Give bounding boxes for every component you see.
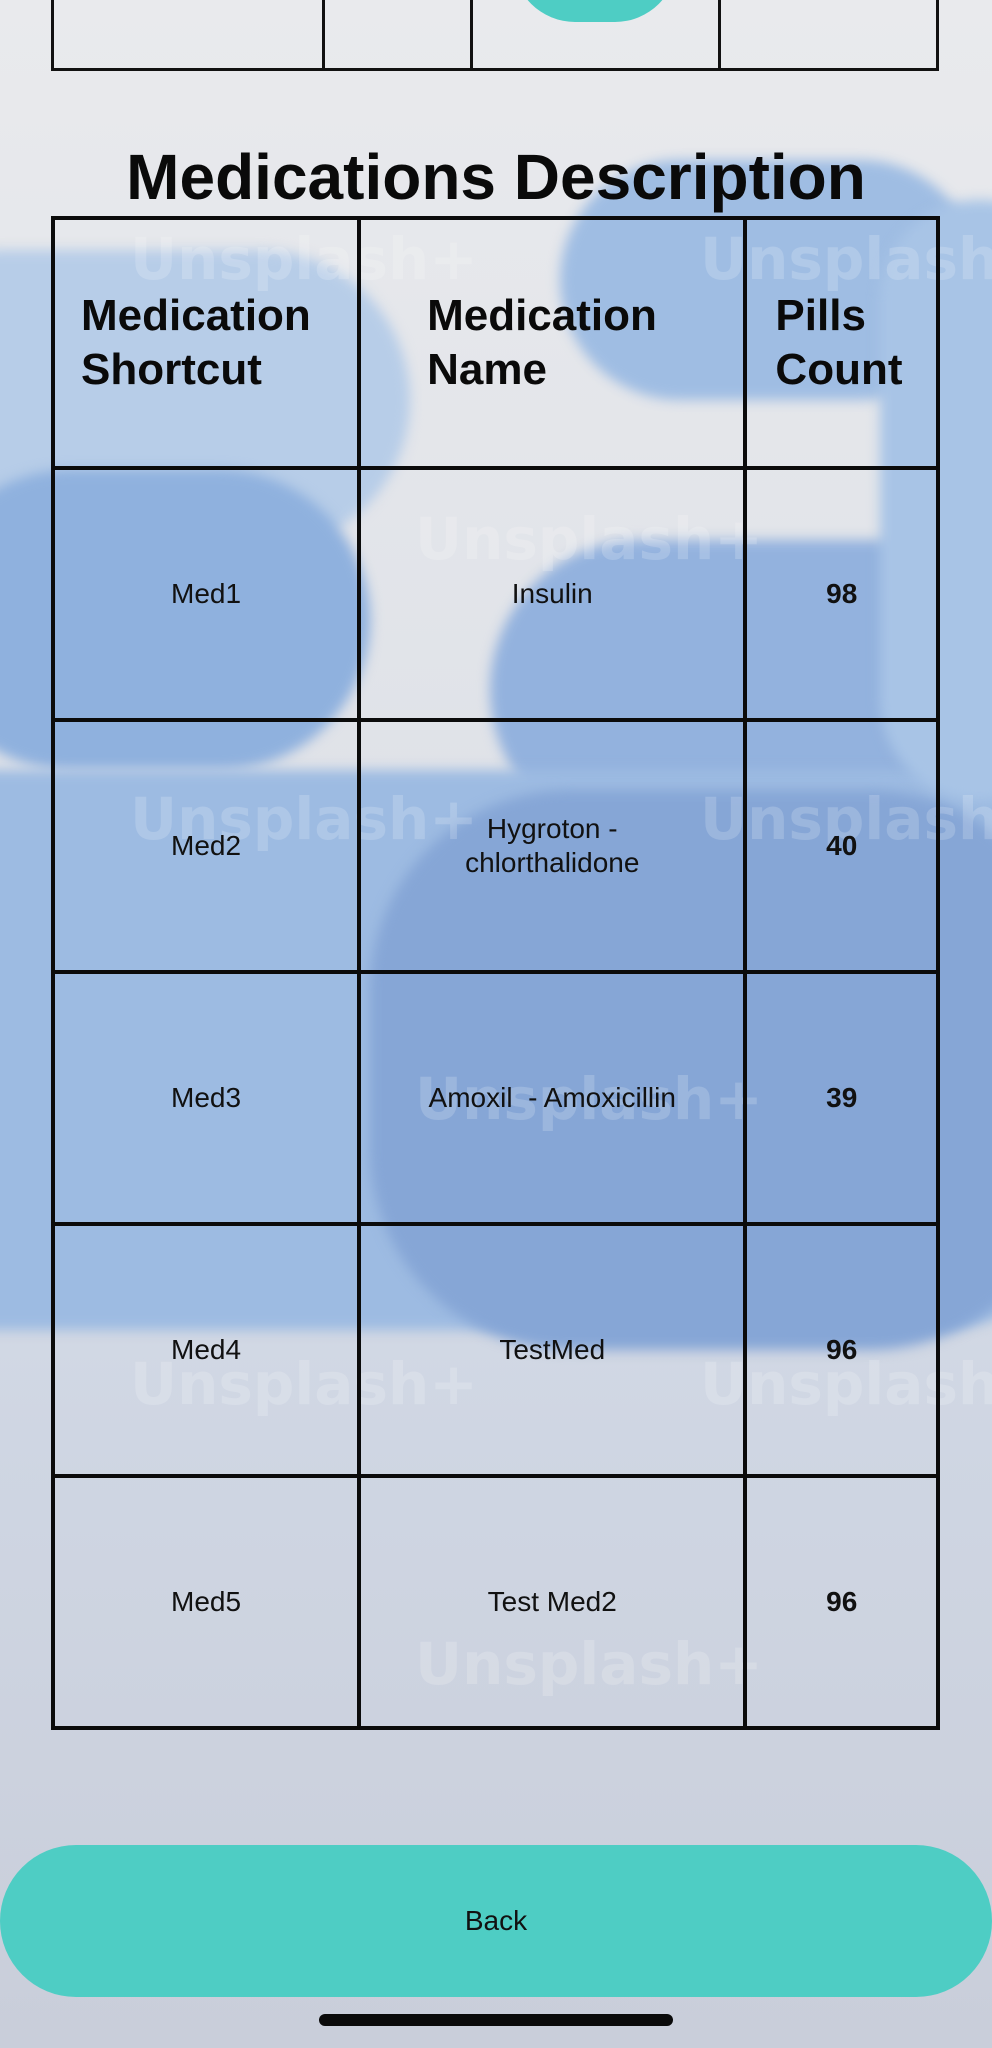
table-row: Med5 Test Med2 96: [50, 1474, 940, 1730]
pills-count-cell: 96: [743, 1474, 940, 1730]
header-label: Medication Name: [427, 291, 657, 394]
table-row: Med2 Hygroton - chlorthalidone 40: [50, 718, 940, 974]
page-title: Medications Description: [126, 141, 866, 213]
medication-name-cell: Amoxil - Amoxicillin: [357, 970, 748, 1226]
header-medication-shortcut: Medication Shortcut: [50, 216, 362, 470]
medication-name-cell: Insulin: [357, 466, 748, 722]
header-medication-name: Medication Name: [357, 216, 748, 470]
header-label: Pills Count: [775, 291, 903, 394]
header-label: Medication Shortcut: [81, 291, 311, 394]
pills-count-cell: 39: [743, 970, 940, 1226]
home-indicator[interactable]: [319, 2014, 673, 2026]
table-header-row: Medication Shortcut Medication Name Pill…: [50, 216, 940, 470]
medication-shortcut-cell: Med4: [50, 1222, 362, 1478]
table-row: Med3 Amoxil - Amoxicillin 39: [50, 970, 940, 1226]
pills-count-cell: 96: [743, 1222, 940, 1478]
previous-table-bottom: [51, 0, 939, 71]
medication-name-cell: Hygroton - chlorthalidone: [357, 718, 748, 974]
table-row: Med1 Insulin 98: [50, 466, 940, 722]
pills-count-cell: 40: [743, 718, 940, 974]
table-row: Med4 TestMed 96: [50, 1222, 940, 1478]
medication-shortcut-cell: Med1: [50, 466, 362, 722]
medication-shortcut-cell: Med5: [50, 1474, 362, 1730]
medications-table: Medication Shortcut Medication Name Pill…: [50, 216, 940, 1730]
header-pills-count: Pills Count: [743, 216, 940, 470]
medication-name-cell: TestMed: [357, 1222, 748, 1478]
pills-count-cell: 98: [743, 466, 940, 722]
medication-name-cell: Test Med2: [357, 1474, 748, 1730]
medication-shortcut-cell: Med2: [50, 718, 362, 974]
back-button[interactable]: Back: [0, 1845, 992, 1997]
medication-shortcut-cell: Med3: [50, 970, 362, 1226]
